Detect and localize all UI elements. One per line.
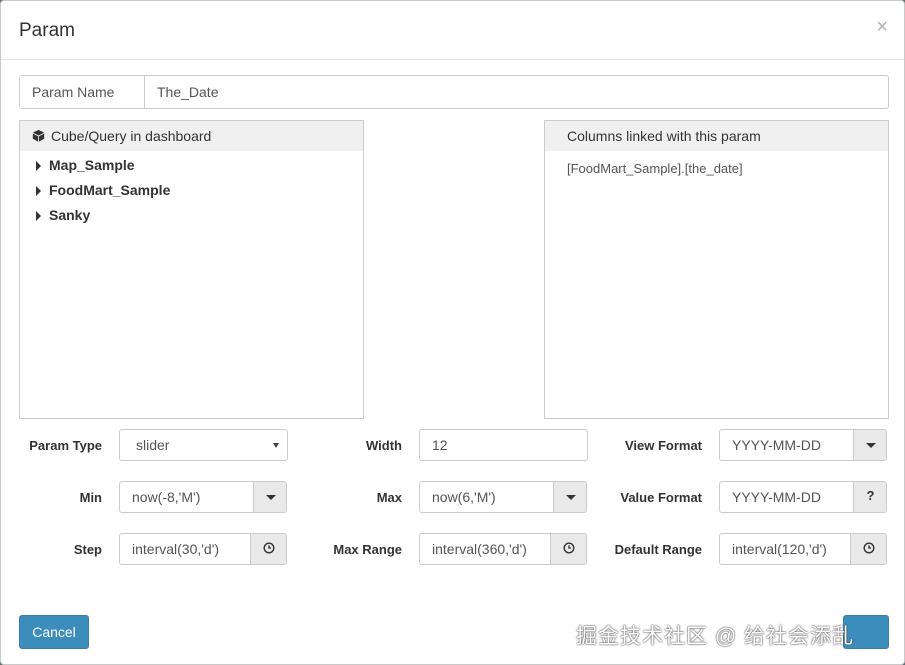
- step-value: interval(30,'d'): [132, 541, 220, 557]
- tree-item-label: Map_Sample: [49, 157, 135, 173]
- max-range-clock-button[interactable]: [550, 534, 586, 564]
- max-range-input[interactable]: interval(360,'d'): [419, 533, 587, 565]
- cube-tree: Map_Sample FoodMart_Sample Sanky: [20, 151, 363, 228]
- value-format-value: YYYY-MM-DD: [732, 489, 821, 505]
- caret-right-icon: [36, 211, 41, 221]
- cube-query-panel: Cube/Query in dashboard Map_Sample FoodM…: [19, 120, 364, 419]
- tree-item-foodmart-sample[interactable]: FoodMart_Sample: [20, 178, 363, 203]
- clock-icon: [863, 542, 875, 554]
- param-name-input[interactable]: The_Date: [145, 76, 888, 108]
- param-type-select[interactable]: slider: [119, 429, 288, 461]
- max-range-value: interval(360,'d'): [432, 541, 527, 557]
- watermark-text: 掘金技术社区 @ 给社会添乱: [576, 625, 854, 648]
- clock-icon: [563, 542, 575, 554]
- value-format-label: Value Format: [620, 490, 702, 505]
- min-input[interactable]: now(-8,'M'): [119, 481, 287, 513]
- max-value: now(6,'M'): [432, 489, 496, 505]
- view-format-input[interactable]: YYYY-MM-DD: [719, 429, 887, 461]
- cube-icon: [32, 129, 45, 142]
- min-value: now(-8,'M'): [132, 489, 201, 505]
- default-range-label: Default Range: [614, 542, 702, 557]
- caret-down-icon: [865, 442, 876, 448]
- dialog-header: Param ×: [1, 1, 904, 60]
- linked-columns-panel: Columns linked with this param [FoodMart…: [544, 120, 889, 419]
- linked-columns-header: Columns linked with this param: [545, 121, 888, 151]
- select-caret-icon: [273, 443, 279, 448]
- param-name-group: Param Name The_Date: [19, 75, 889, 109]
- step-clock-button[interactable]: [250, 534, 286, 564]
- tree-item-label: Sanky: [49, 207, 91, 223]
- tree-item-sanky[interactable]: Sanky: [20, 203, 363, 228]
- view-format-value: YYYY-MM-DD: [732, 437, 821, 453]
- default-range-clock-button[interactable]: [850, 534, 886, 564]
- param-name-label: Param Name: [20, 76, 145, 108]
- close-icon[interactable]: ×: [876, 17, 888, 37]
- max-range-label: Max Range: [333, 542, 402, 557]
- caret-right-icon: [36, 186, 41, 196]
- tree-item-label: FoodMart_Sample: [49, 182, 171, 198]
- width-label: Width: [366, 438, 402, 453]
- caret-right-icon: [36, 161, 41, 171]
- dialog-title: Param: [19, 20, 75, 41]
- param-dialog: Param × Param Name The_Date Cube/Query i…: [0, 0, 905, 665]
- width-input[interactable]: 12: [419, 429, 588, 461]
- step-label: Step: [73, 542, 102, 557]
- clock-icon: [263, 542, 275, 554]
- view-format-label: View Format: [624, 438, 702, 453]
- default-range-input[interactable]: interval(120,'d'): [719, 533, 887, 565]
- cube-query-panel-title: Cube/Query in dashboard: [51, 128, 212, 144]
- tree-item-map-sample[interactable]: Map_Sample: [20, 153, 363, 178]
- cube-query-panel-header: Cube/Query in dashboard: [20, 121, 363, 151]
- max-input[interactable]: now(6,'M'): [419, 481, 587, 513]
- cancel-button[interactable]: Cancel: [19, 615, 89, 649]
- max-label: Max: [376, 490, 402, 505]
- param-type-value: slider: [136, 437, 170, 453]
- param-type-label: Param Type: [29, 438, 102, 453]
- caret-down-icon: [265, 494, 276, 500]
- caret-down-icon: [565, 494, 576, 500]
- min-label: Min: [79, 490, 102, 505]
- min-dropdown-button[interactable]: [253, 482, 286, 512]
- value-format-help-button[interactable]: ?: [853, 482, 886, 512]
- step-input[interactable]: interval(30,'d'): [119, 533, 287, 565]
- default-range-value: interval(120,'d'): [732, 541, 827, 557]
- value-format-input[interactable]: YYYY-MM-DD ?: [719, 481, 887, 513]
- view-format-dropdown-button[interactable]: [853, 430, 886, 460]
- max-dropdown-button[interactable]: [553, 482, 586, 512]
- linked-column-item[interactable]: [FoodMart_Sample].[the_date]: [545, 151, 888, 176]
